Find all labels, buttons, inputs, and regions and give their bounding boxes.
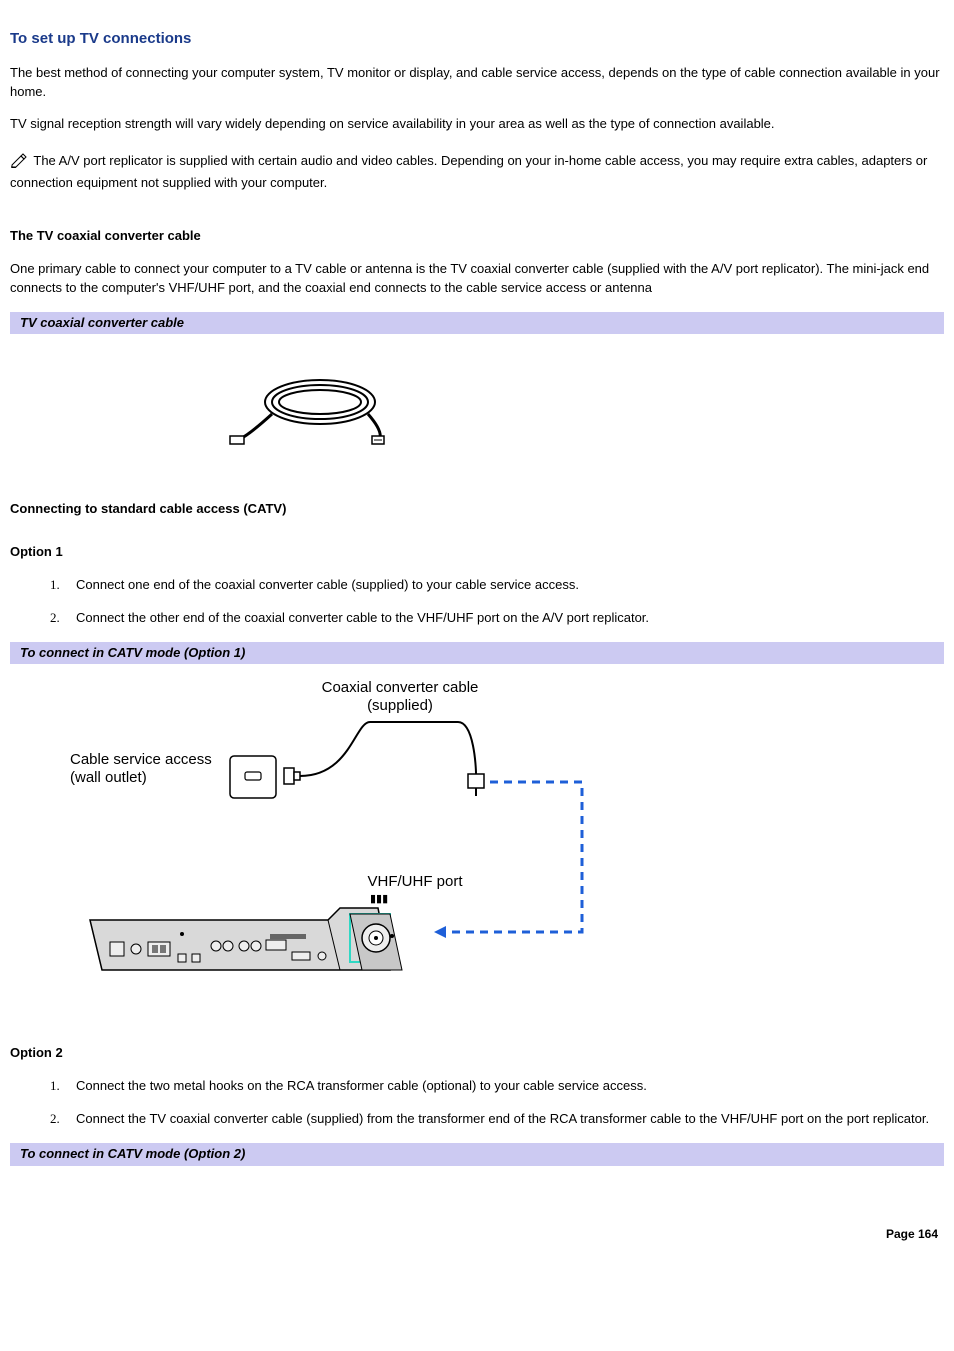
diagram-coax-label-2: (supplied) bbox=[367, 697, 433, 714]
caption-bar-cable: TV coaxial converter cable bbox=[10, 312, 944, 335]
step-text: Connect one end of the coaxial converter… bbox=[76, 577, 579, 592]
list-item: 1.Connect one end of the coaxial convert… bbox=[50, 576, 944, 595]
caption-bar-option1: To connect in CATV mode (Option 1) bbox=[10, 642, 944, 665]
caption-bar-option2: To connect in CATV mode (Option 2) bbox=[10, 1143, 944, 1166]
note-text: The A/V port replicator is supplied with… bbox=[10, 153, 927, 190]
list-item: 2.Connect the other end of the coaxial c… bbox=[50, 609, 944, 628]
coax-heading: The TV coaxial converter cable bbox=[10, 227, 944, 246]
option2-heading: Option 2 bbox=[10, 1044, 944, 1063]
coax-paragraph: One primary cable to connect your comput… bbox=[10, 260, 944, 298]
page-title: To set up TV connections bbox=[10, 28, 944, 50]
diagram-coax-label-1: Coaxial converter cable bbox=[322, 679, 479, 696]
step-text: Connect the two metal hooks on the RCA t… bbox=[76, 1078, 647, 1093]
page-number: Page 164 bbox=[10, 1226, 944, 1243]
diagram-port-label: VHF/UHF port bbox=[367, 873, 463, 890]
list-item: 1.Connect the two metal hooks on the RCA… bbox=[50, 1077, 944, 1096]
diagram-wall-label-1: Cable service access bbox=[70, 751, 212, 768]
step-text: Connect the other end of the coaxial con… bbox=[76, 610, 649, 625]
cable-figure bbox=[10, 334, 944, 500]
option1-steps: 1.Connect one end of the coaxial convert… bbox=[10, 576, 944, 628]
catv-diagram: Coaxial converter cable (supplied) Cable… bbox=[10, 664, 944, 1020]
diagram-wall-label-2: (wall outlet) bbox=[70, 769, 147, 786]
intro-paragraph-1: The best method of connecting your compu… bbox=[10, 64, 944, 102]
svg-text:▮▮▮: ▮▮▮ bbox=[370, 893, 388, 905]
option2-steps: 1.Connect the two metal hooks on the RCA… bbox=[10, 1077, 944, 1129]
list-item: 2.Connect the TV coaxial converter cable… bbox=[50, 1110, 944, 1129]
note-block: The A/V port replicator is supplied with… bbox=[10, 152, 944, 193]
step-text: Connect the TV coaxial converter cable (… bbox=[76, 1111, 929, 1126]
intro-paragraph-2: TV signal reception strength will vary w… bbox=[10, 115, 944, 134]
option1-heading: Option 1 bbox=[10, 543, 944, 562]
catv-heading: Connecting to standard cable access (CAT… bbox=[10, 500, 944, 519]
pencil-note-icon bbox=[10, 152, 28, 174]
